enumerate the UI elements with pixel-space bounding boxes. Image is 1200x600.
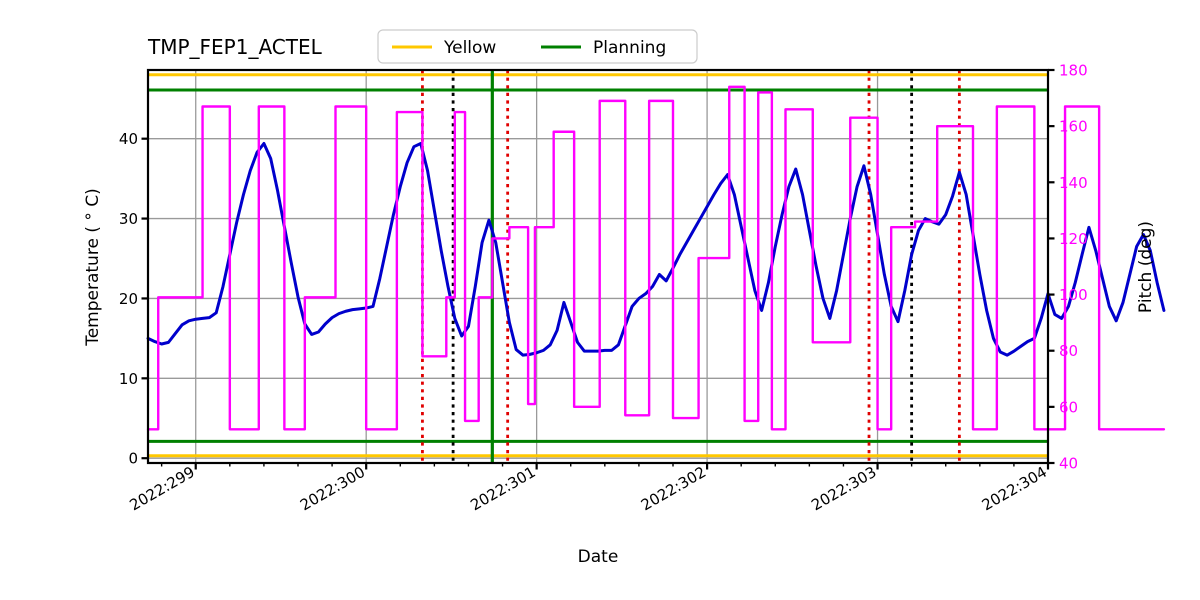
chart-legend[interactable]: Yellow Planning xyxy=(377,29,698,64)
plot-area-background xyxy=(148,70,1048,463)
x-axis-label: Date xyxy=(578,547,619,567)
chart-canvas: 2022:299 2022:300 2022:301 2022:302 2022:303… xyxy=(0,0,1200,600)
y-tick-label: 30 xyxy=(119,210,138,228)
y-tick-label: 0 xyxy=(128,450,138,468)
chart-title: TMP_FEP1_ACTEL xyxy=(147,35,323,59)
y2-tick-label: 40 xyxy=(1059,455,1078,473)
y2-tick-label: 120 xyxy=(1059,230,1088,248)
y2-tick-label: 140 xyxy=(1059,174,1088,192)
y2-tick-label: 80 xyxy=(1059,342,1078,360)
y2-tick-label: 180 xyxy=(1059,62,1088,80)
y2-axis-label: Pitch (deg) xyxy=(1136,221,1156,313)
y-axis-label: Temperature ( ° C) xyxy=(83,188,103,347)
y-tick-label: 40 xyxy=(119,130,138,148)
y2-tick-label: 60 xyxy=(1059,398,1078,416)
legend-label-planning: Planning xyxy=(593,38,666,58)
y-tick-label: 10 xyxy=(119,370,138,388)
chart-figure: 2022:299 2022:300 2022:301 2022:302 2022:303… xyxy=(0,0,1200,600)
legend-label-yellow: Yellow xyxy=(443,38,496,58)
y2-tick-label: 160 xyxy=(1059,118,1088,136)
y2-tick-label: 100 xyxy=(1059,286,1088,304)
y-tick-label: 20 xyxy=(119,290,138,308)
